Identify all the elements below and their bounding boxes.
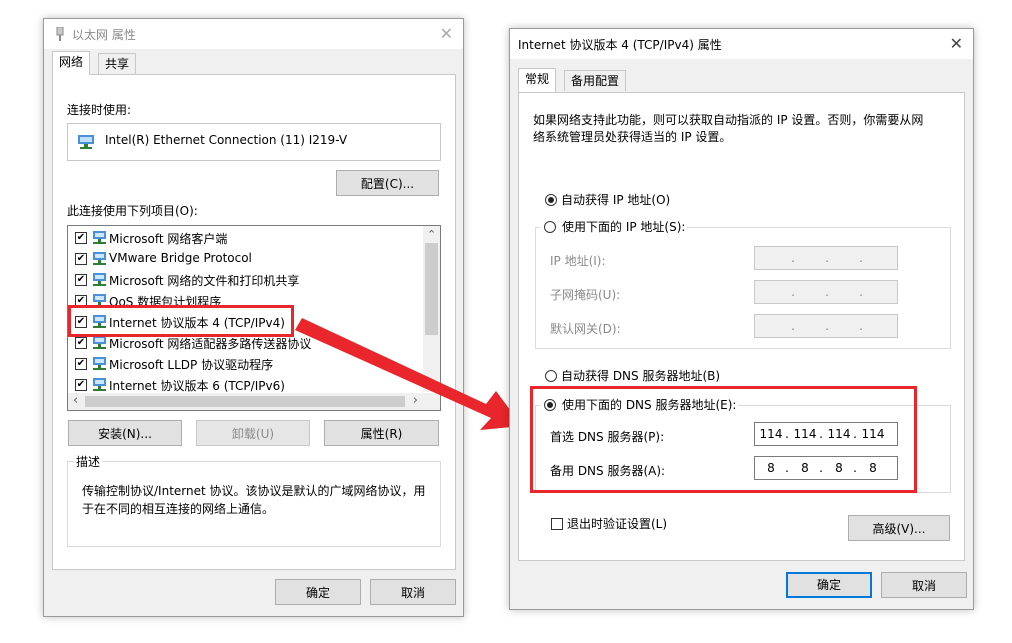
window-title: Internet 协议版本 4 (TCP/IPv4) 属性 <box>518 38 722 52</box>
octet-dot: . <box>791 251 795 265</box>
validate-label[interactable]: 退出时验证设置(L) <box>567 515 667 532</box>
intro-text-line-1: 如果网络支持此功能，则可以获取自动指派的 IP 设置。否则，你需要从网 <box>533 113 924 127</box>
ip-address-label: IP 地址(I): <box>550 254 606 268</box>
auto-ip-radio[interactable] <box>545 194 557 206</box>
manual-ip-label[interactable]: 使用下面的 IP 地址(S): <box>562 220 685 234</box>
octet-dot: . <box>859 285 863 299</box>
validate-checkbox[interactable] <box>551 518 563 530</box>
default-gateway-field: . . . <box>754 314 898 338</box>
auto-dns-label[interactable]: 自动获得 DNS 服务器地址(B) <box>561 367 720 384</box>
octet-dot: . <box>859 319 863 333</box>
auto-ip-label[interactable]: 自动获得 IP 地址(O) <box>561 191 670 208</box>
octet-dot: . <box>859 251 863 265</box>
dns-highlight-box <box>530 386 917 493</box>
ipv4-properties-window: Internet 协议版本 4 (TCP/IPv4) 属性 ✕ 常规 备用配置 … <box>509 28 974 610</box>
ok-button[interactable]: 确定 <box>786 572 872 598</box>
manual-ip-legend: 使用下面的 IP 地址(S): <box>540 218 688 236</box>
octet-dot: . <box>791 319 795 333</box>
auto-dns-radio[interactable] <box>545 370 557 382</box>
advanced-button[interactable]: 高级(V)... <box>848 515 950 541</box>
octet-dot: . <box>825 285 829 299</box>
tab-general[interactable]: 常规 <box>518 68 557 92</box>
title-bar: Internet 协议版本 4 (TCP/IPv4) 属性 ✕ <box>510 29 973 59</box>
octet-dot: . <box>791 285 795 299</box>
intro-text-line-2: 络系统管理员处获得适当的 IP 设置。 <box>533 130 732 144</box>
cancel-button[interactable]: 取消 <box>881 572 967 598</box>
default-gateway-label: 默认网关(D): <box>550 322 621 336</box>
manual-ip-group: 使用下面的 IP 地址(S): IP 地址(I): . . . 子网掩码(U):… <box>535 218 951 349</box>
manual-ip-radio[interactable] <box>544 221 556 233</box>
tab-network[interactable]: 网络 <box>52 51 91 75</box>
tab-alternate-config[interactable]: 备用配置 <box>564 70 627 91</box>
octet-dot: . <box>825 251 829 265</box>
subnet-mask-field: . . . <box>754 280 898 304</box>
ip-address-field: . . . <box>754 246 898 270</box>
close-icon[interactable]: ✕ <box>950 34 963 53</box>
subnet-mask-label: 子网掩码(U): <box>550 288 621 302</box>
octet-dot: . <box>825 319 829 333</box>
